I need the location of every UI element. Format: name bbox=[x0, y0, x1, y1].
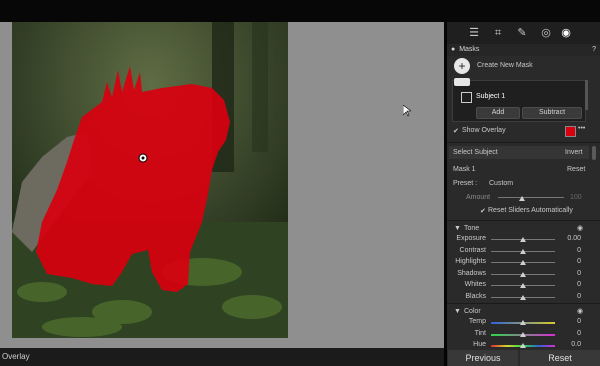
slider-thumb[interactable] bbox=[520, 294, 526, 300]
show-overlay-checkbox[interactable]: ✔ bbox=[453, 127, 459, 135]
more-options-icon[interactable]: ••• bbox=[578, 125, 585, 132]
reset-sliders-checkbox[interactable]: ✔ bbox=[480, 207, 486, 215]
preset-value[interactable]: Custom bbox=[489, 180, 513, 187]
color-collapse-icon[interactable]: ▼ bbox=[454, 308, 461, 315]
overlay-color-swatch[interactable] bbox=[565, 126, 576, 137]
slider-thumb[interactable] bbox=[520, 331, 526, 337]
mask-1-label: Mask 1 bbox=[453, 166, 476, 173]
color-eye-icon[interactable]: ◉ bbox=[577, 307, 583, 315]
slider-value[interactable]: 0 bbox=[565, 258, 581, 265]
slider-thumb[interactable] bbox=[520, 271, 526, 277]
top-bar bbox=[0, 0, 600, 22]
preset-label: Preset : bbox=[453, 180, 478, 187]
redeye-icon[interactable]: ◎ bbox=[539, 26, 553, 40]
slider-label: Hue bbox=[473, 341, 486, 348]
subtract-button-label: Subtract bbox=[538, 109, 566, 116]
subject-person-icon bbox=[461, 92, 472, 103]
previous-button-label: Previous bbox=[465, 353, 501, 363]
slider-label: Temp bbox=[468, 318, 486, 325]
amount-slider-thumb[interactable] bbox=[519, 196, 525, 201]
create-mask-plus-icon[interactable]: + bbox=[454, 58, 470, 74]
slider-thumb[interactable] bbox=[520, 237, 526, 242]
invert-label[interactable]: Invert bbox=[565, 149, 583, 156]
add-button-label: Add bbox=[491, 109, 505, 116]
slider-thumb[interactable] bbox=[520, 343, 526, 348]
slider-value[interactable]: 0 bbox=[565, 330, 581, 337]
eye-icon[interactable]: ● bbox=[451, 46, 455, 53]
create-new-mask-label[interactable]: Create New Mask bbox=[477, 62, 533, 69]
slider-value[interactable]: 0.00 bbox=[565, 235, 581, 242]
slider-value[interactable]: 0 bbox=[565, 270, 581, 277]
mask-pin-icon bbox=[138, 153, 148, 163]
show-overlay-label: Show Overlay bbox=[462, 127, 506, 134]
amount-label: Amount bbox=[466, 194, 491, 201]
subtract-button[interactable]: Subtract bbox=[522, 107, 582, 119]
tone-title: Tone bbox=[464, 225, 480, 232]
slider-thumb[interactable] bbox=[520, 283, 526, 288]
slider-value[interactable]: 0 bbox=[565, 247, 581, 254]
slider-label: Shadows bbox=[457, 269, 486, 277]
mouse-cursor-icon bbox=[402, 104, 412, 117]
slider-label: Tint bbox=[474, 329, 486, 337]
edit-sliders-icon[interactable]: ☰ bbox=[467, 26, 481, 40]
amount-slider[interactable] bbox=[498, 197, 564, 198]
color-title: Color bbox=[464, 308, 481, 315]
tone-eye-icon[interactable]: ◉ bbox=[577, 224, 583, 232]
slider-value[interactable]: 0.0 bbox=[565, 341, 581, 348]
heal-icon[interactable]: ✎ bbox=[515, 26, 529, 40]
add-button[interactable]: Add bbox=[476, 107, 520, 119]
slider-thumb[interactable] bbox=[520, 260, 526, 265]
help-icon[interactable]: ? bbox=[592, 44, 596, 56]
masks-title: Masks bbox=[459, 46, 480, 53]
mask-list-scrollbar[interactable] bbox=[585, 80, 588, 110]
tone-collapse-icon[interactable]: ▼ bbox=[454, 225, 461, 232]
slider-thumb[interactable] bbox=[520, 248, 526, 254]
slider-label: Highlights bbox=[455, 258, 486, 265]
panel-scrollbar[interactable] bbox=[592, 146, 596, 160]
slider-value[interactable]: 0 bbox=[565, 281, 581, 288]
slider-value[interactable]: 0 bbox=[565, 318, 581, 325]
slider-label: Exposure bbox=[456, 235, 486, 242]
mask-thumb-icon[interactable] bbox=[454, 78, 470, 86]
slider-value[interactable]: 0 bbox=[565, 293, 581, 300]
previous-button[interactable]: Previous bbox=[448, 350, 518, 366]
crop-icon[interactable]: ⌗ bbox=[491, 26, 505, 40]
slider-thumb[interactable] bbox=[520, 320, 526, 325]
reset-sliders-label: Reset Sliders Automatically bbox=[488, 207, 573, 214]
photo bbox=[12, 22, 288, 338]
slider-label: Whites bbox=[464, 281, 486, 288]
subject-1-label[interactable]: Subject 1 bbox=[476, 93, 505, 100]
reset-button-label: Reset bbox=[548, 353, 572, 363]
masking-icon[interactable]: ◉ bbox=[559, 26, 573, 40]
status-bar: Overlay bbox=[0, 348, 444, 366]
amount-value: 100 bbox=[570, 194, 582, 201]
slider-label: Blacks bbox=[465, 292, 486, 300]
reset-button[interactable]: Reset bbox=[520, 350, 600, 366]
overlay-status-label: Overlay bbox=[2, 352, 30, 361]
select-subject-label[interactable]: Select Subject bbox=[453, 149, 498, 156]
slider-label: Contrast bbox=[459, 246, 486, 254]
masks-header: ● Masks ? bbox=[447, 44, 600, 56]
mask-reset-label[interactable]: Reset bbox=[567, 166, 585, 173]
tool-strip: ☰ ⌗ ✎ ◎ ◉ bbox=[447, 22, 600, 44]
